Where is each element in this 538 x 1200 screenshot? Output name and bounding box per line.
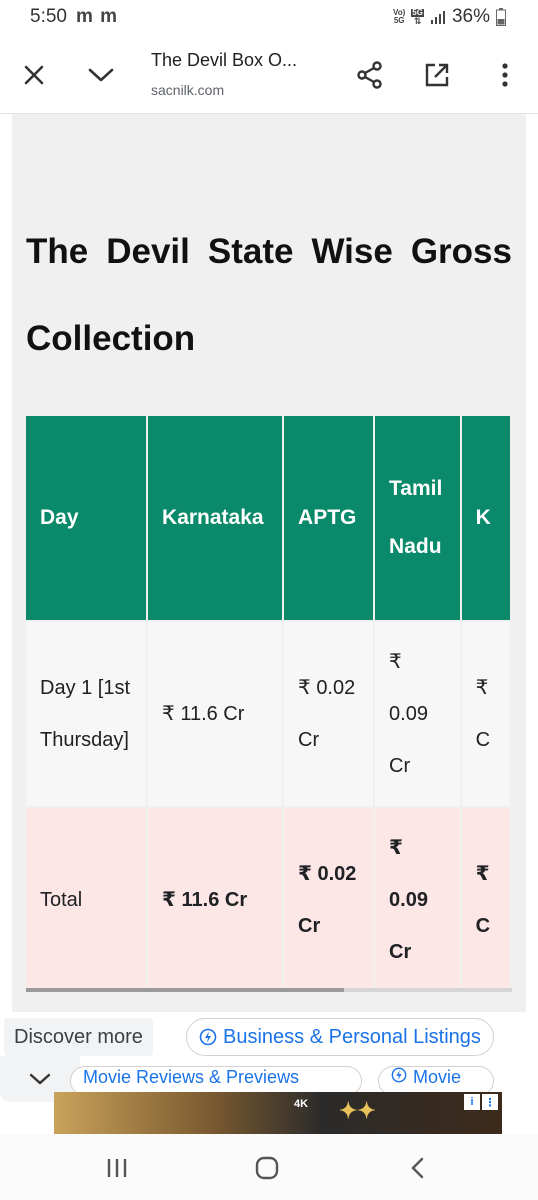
page-title[interactable]: The Devil Box O... [151,50,321,71]
open-in-browser-icon[interactable] [420,58,454,92]
cell-total-tamil-nadu: ₹ 0.09 Cr [375,808,460,992]
battery-icon [496,8,506,26]
header-day: Day [26,416,147,620]
table-header-row: Day Karnataka APTG Tamil Nadu K [26,416,510,620]
page-domain[interactable]: sacnilk.com [151,82,224,98]
collection-table: Day Karnataka APTG Tamil Nadu K Day 1 [1… [26,414,512,994]
ad-choices[interactable]: i ⋮ [464,1094,498,1110]
volte-icon: Vo) 5G [393,9,405,25]
header-tamil-nadu: Tamil Nadu [375,416,460,620]
cell-kerala: ₹ C [461,622,510,806]
bolt-circle-icon [199,1028,217,1046]
chip-business-listings-label: Business & Personal Listings [223,1025,481,1048]
table-scrollbar-thumb[interactable] [26,988,344,992]
status-indicators: Vo) 5G 5G ⇅ 36% [393,6,506,28]
ad-logo-image: ✦✦ [339,1098,376,1124]
chip-movie-label: Movie [413,1067,462,1087]
cell-day: Day 1 [1st Thursday] [26,622,147,806]
article-content: The Devil State Wise Gross Collection Da… [12,114,526,1012]
discover-more-bar: Discover more Business & Personal Listin… [0,1012,538,1102]
chevron-down-icon [29,1073,51,1085]
header-karnataka: Karnataka [148,416,283,620]
cell-karnataka: ₹ 11.6 Cr [148,622,283,806]
header-kerala: K [461,416,510,620]
table-total-row: Total ₹ 11.6 Cr ₹ 0.02 Cr ₹ 0.09 Cr ₹ C [26,808,510,992]
chip-movie-reviews-label: Movie Reviews & Previews [83,1067,300,1087]
chip-business-listings[interactable]: Business & Personal Listings [186,1018,494,1056]
header-aptg: APTG [284,416,374,620]
status-bar: 5:50 m m Vo) 5G 5G ⇅ 36% [0,0,538,36]
ad-info-icon[interactable]: i [464,1094,480,1110]
back-icon[interactable] [402,1152,434,1184]
share-icon[interactable] [353,58,387,92]
volte-sub-label: 5G [393,16,405,25]
collection-table-container[interactable]: Day Karnataka APTG Tamil Nadu K Day 1 [1… [26,414,512,994]
status-time: 5:50 [30,6,67,27]
browser-top-bar: The Devil Box O... sacnilk.com [0,36,538,114]
ad-banner[interactable]: 4K ✦✦ i ⋮ [54,1092,502,1134]
home-icon[interactable] [251,1152,283,1184]
cell-aptg: ₹ 0.02 Cr [284,622,374,806]
cell-total-label: Total [26,808,147,992]
network-5g-icon: 5G ⇅ [411,8,424,26]
chevron-down-icon[interactable] [84,58,118,92]
cell-total-kerala: ₹ C [461,808,510,992]
battery-percent: 36% [451,6,490,27]
system-nav-bar [0,1134,538,1200]
signal-icon [430,11,445,24]
cell-tamil-nadu: ₹ 0.09 Cr [375,622,460,806]
table-row: Day 1 [1st Thursday] ₹ 11.6 Cr ₹ 0.02 Cr… [26,622,510,806]
discover-more-label: Discover more [4,1018,153,1056]
more-options-icon[interactable] [488,58,522,92]
cell-total-aptg: ₹ 0.02 Cr [284,808,374,992]
article-heading: The Devil State Wise Gross Collection [26,232,512,358]
ad-more-icon[interactable]: ⋮ [482,1094,498,1110]
recent-apps-icon[interactable] [101,1152,133,1184]
bolt-circle-icon [391,1067,407,1083]
notification-icons: m m [76,6,119,27]
ad-4k-tag: 4K [294,1098,309,1110]
cell-total-karnataka: ₹ 11.6 Cr [148,808,283,992]
close-icon[interactable] [17,58,51,92]
